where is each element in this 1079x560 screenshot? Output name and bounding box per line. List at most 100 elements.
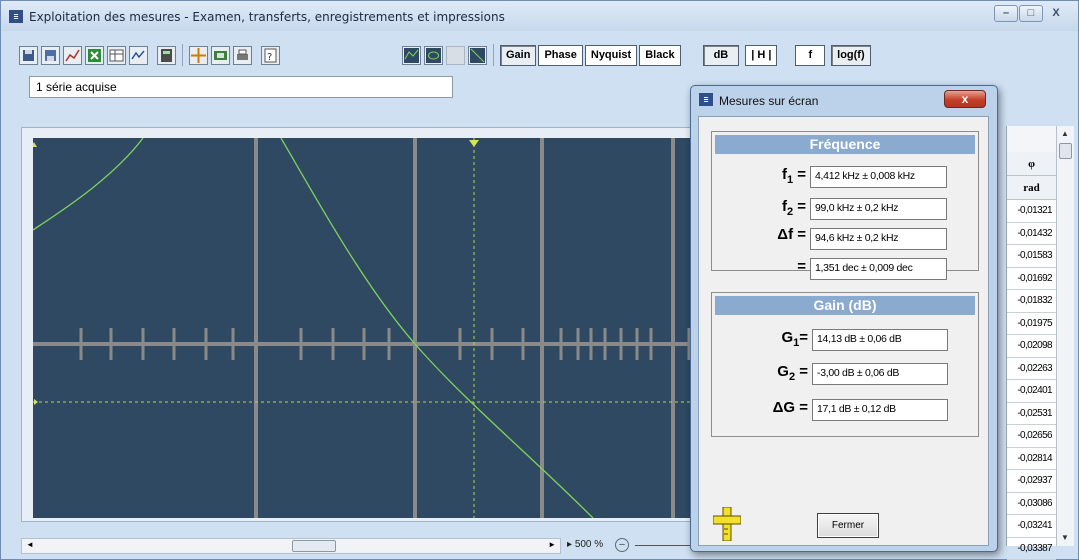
g1-label: G1= <box>742 329 808 349</box>
f2-value: 99,0 kHz ± 0,2 kHz <box>810 198 947 220</box>
curve-icon[interactable] <box>129 45 148 65</box>
nyquist-toggle[interactable]: Nyquist <box>584 44 638 66</box>
bode-view-icon[interactable] <box>402 45 421 65</box>
table-spacer <box>1007 126 1056 152</box>
zoom-readout: ▸ 500 % <box>567 539 603 550</box>
maximize-button[interactable]: □ <box>1019 5 1043 22</box>
f1-label-sub: 1 <box>786 174 794 186</box>
table-cell[interactable]: -0,02098 <box>1007 335 1056 358</box>
chart-icon[interactable] <box>63 45 82 65</box>
g1-label-eq: = <box>799 329 808 346</box>
main-window: ≡ Exploitation des mesures - Examen, tra… <box>0 0 1079 560</box>
calculator-icon[interactable] <box>157 45 176 65</box>
svg-text:?: ? <box>267 52 272 63</box>
table-rows: -0,01321 -0,01432 -0,01583 -0,01692 -0,0… <box>1007 200 1056 560</box>
scroll-right-icon[interactable]: ► <box>548 540 556 549</box>
table-cell[interactable]: -0,03241 <box>1007 515 1056 538</box>
excel-icon[interactable] <box>85 45 104 65</box>
scroll-up-icon[interactable]: ▲ <box>1057 126 1073 142</box>
bode-plot[interactable] <box>33 138 701 518</box>
modulus-toggle[interactable]: | H | <box>745 44 778 66</box>
g1-value: 14,13 dB ± 0,06 dB <box>812 329 948 351</box>
column-header-symbol: φ <box>1007 152 1056 176</box>
f2-label-sub: 2 <box>786 206 794 218</box>
f2-label-eq: = <box>797 198 806 215</box>
g2-label-eq: = <box>799 363 808 380</box>
zoom-value: 500 % <box>574 539 604 550</box>
g2-label-sub: 2 <box>788 371 796 383</box>
close-dialog-button[interactable]: Fermer <box>817 513 879 538</box>
measure-icon[interactable] <box>211 45 230 65</box>
f1-label-eq: = <box>797 166 806 183</box>
horizontal-scrollbar[interactable]: ◄ ► <box>21 538 561 554</box>
status-field: 1 série acquise <box>29 76 453 98</box>
table-cell[interactable]: -0,01692 <box>1007 268 1056 290</box>
ruler-icon[interactable] <box>713 507 741 541</box>
g1-label-text: G <box>781 329 794 346</box>
db-toggle[interactable]: dB <box>702 44 740 66</box>
frequency-group: Fréquence f1 = 4,412 kHz ± 0,008 kHz f2 … <box>711 131 979 280</box>
scroll-left-icon[interactable]: ◄ <box>26 540 34 549</box>
frequency-group-title: Fréquence <box>715 135 975 154</box>
log-f-toggle[interactable]: log(f) <box>831 44 871 66</box>
save-icon[interactable] <box>19 45 38 65</box>
table-cell[interactable]: -0,01975 <box>1007 313 1056 335</box>
gain-group: Gain (dB) G1= 14,13 dB ± 0,06 dB G2 = -3… <box>711 292 979 437</box>
table-cell[interactable]: -0,02531 <box>1007 403 1056 425</box>
table-cell[interactable]: -0,01583 <box>1007 245 1056 268</box>
black-toggle[interactable]: Black <box>639 44 681 66</box>
minimize-button[interactable]: – <box>994 5 1018 22</box>
g2-value: -3,00 dB ± 0,06 dB <box>812 363 948 385</box>
grid-view-icon[interactable] <box>468 45 487 65</box>
dialog-close-button[interactable]: x <box>944 90 986 108</box>
table-cell[interactable]: -0,03387 <box>1007 538 1056 560</box>
delta-f-value: 94,6 kHz ± 0,2 kHz <box>810 228 947 250</box>
zoom-spin-icon[interactable]: ▸ <box>567 539 575 550</box>
linear-f-toggle[interactable]: f <box>795 44 826 66</box>
table-cell[interactable]: -0,02401 <box>1007 380 1056 403</box>
phase-toggle[interactable]: Phase <box>538 44 583 66</box>
table-cell[interactable]: -0,01832 <box>1007 290 1056 313</box>
table-cell[interactable]: -0,01321 <box>1007 200 1056 223</box>
window-titlebar[interactable]: ≡ Exploitation des mesures - Examen, tra… <box>1 1 1078 31</box>
table-cell[interactable]: -0,01432 <box>1007 223 1056 245</box>
toolbar-separator <box>182 44 183 66</box>
toolbar: ? Gain Phase Nyquist Black dB | H | f lo… <box>19 41 871 69</box>
plot-background <box>33 138 701 518</box>
dialog-body: Fréquence f1 = 4,412 kHz ± 0,008 kHz f2 … <box>698 116 989 546</box>
crosshair-icon[interactable] <box>189 45 208 65</box>
dialog-titlebar[interactable]: ≡ Mesures sur écran x <box>691 86 997 114</box>
window-title: Exploitation des mesures - Examen, trans… <box>29 10 505 24</box>
gain-toggle[interactable]: Gain <box>500 44 537 66</box>
measurements-dialog: ≡ Mesures sur écran x Fréquence f1 = 4,4… <box>690 85 998 552</box>
table-cell[interactable]: -0,02656 <box>1007 425 1056 448</box>
measurement-table: φ rad -0,01321 -0,01432 -0,01583 -0,0169… <box>1006 126 1056 560</box>
blank-view-icon[interactable] <box>446 45 465 65</box>
print-icon[interactable] <box>233 45 252 65</box>
scrollbar-thumb[interactable] <box>1059 143 1072 159</box>
delta-f-label: Δf = <box>777 226 806 243</box>
dialog-app-icon: ≡ <box>699 93 713 106</box>
save-as-icon[interactable] <box>41 45 60 65</box>
table-cell[interactable]: -0,03086 <box>1007 493 1056 515</box>
delta-g-value: 17,1 dB ± 0,12 dB <box>812 399 948 421</box>
f2-label: f2 = <box>752 198 806 218</box>
horizontal-scrollbar-thumb[interactable] <box>292 540 336 552</box>
table-cell[interactable]: -0,02937 <box>1007 470 1056 493</box>
app-icon: ≡ <box>9 10 23 23</box>
vertical-scrollbar[interactable]: ▲ ▼ <box>1056 126 1074 546</box>
decades-value: 1,351 dec ± 0,009 dec <box>810 258 947 280</box>
zoom-out-icon[interactable]: – <box>615 538 629 552</box>
toolbar-separator <box>493 44 494 66</box>
scroll-down-icon[interactable]: ▼ <box>1057 530 1073 546</box>
loop-view-icon[interactable] <box>424 45 443 65</box>
table-icon[interactable] <box>107 45 126 65</box>
table-cell[interactable]: -0,02263 <box>1007 358 1056 380</box>
f1-value: 4,412 kHz ± 0,008 kHz <box>810 166 947 188</box>
f1-label: f1 = <box>752 166 806 186</box>
delta-g-label: ΔG = <box>772 399 808 416</box>
zoom-slider[interactable] <box>635 545 695 546</box>
window-close-button[interactable]: X <box>1044 5 1068 22</box>
help-icon[interactable]: ? <box>261 45 280 65</box>
table-cell[interactable]: -0,02814 <box>1007 448 1056 470</box>
